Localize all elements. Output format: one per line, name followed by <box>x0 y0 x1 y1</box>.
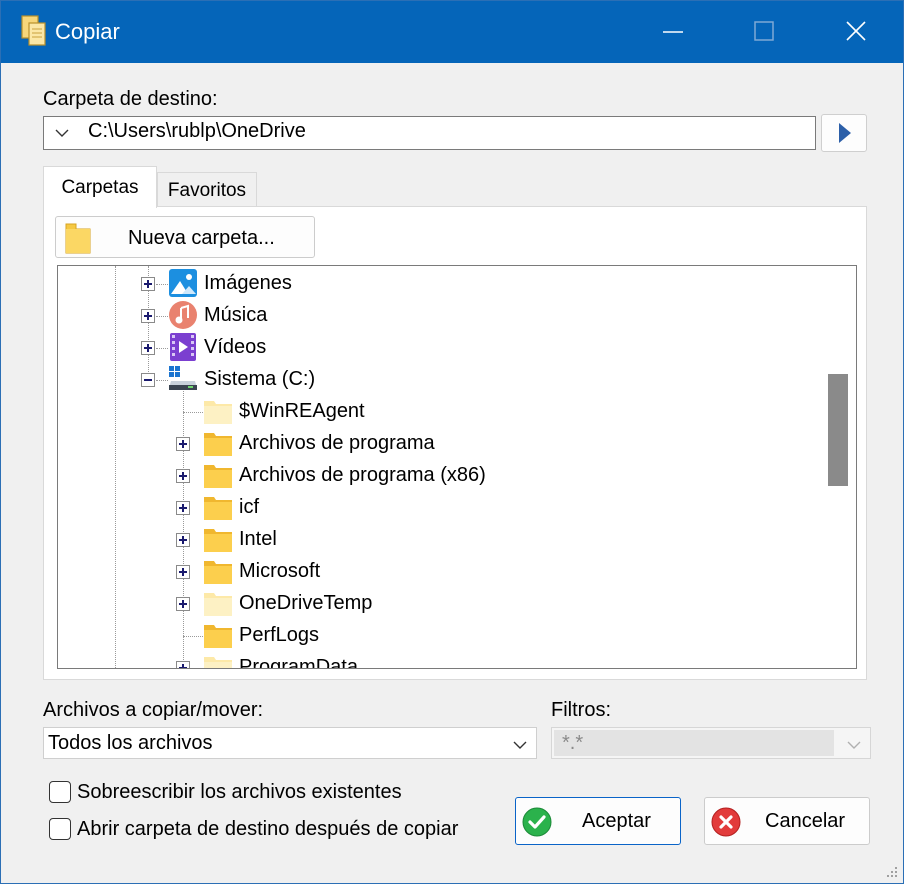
tree-node-label: Archivos de programa (x86) <box>239 464 486 486</box>
tree-node-label: Microsoft <box>239 560 321 582</box>
window-title: Copiar <box>55 19 120 44</box>
chevron-down-icon <box>55 129 69 137</box>
music-icon <box>169 301 197 329</box>
folder-light-icon <box>204 593 232 616</box>
folder-icon <box>204 529 232 552</box>
tree-node-onedrivetemp[interactable]: OneDriveTemp <box>58 588 818 620</box>
filters-value: *.* <box>562 732 584 754</box>
ok-label: Aceptar <box>582 810 651 832</box>
expand-icon[interactable] <box>176 533 190 547</box>
tree-node-label: Música <box>204 304 268 326</box>
new-folder-label: Nueva carpeta... <box>128 227 275 249</box>
expand-icon[interactable] <box>141 341 155 355</box>
open-destination-checkbox[interactable] <box>49 818 71 840</box>
cancel-label: Cancelar <box>765 810 846 832</box>
expand-icon[interactable] <box>176 437 190 451</box>
folder-icon <box>204 465 232 488</box>
folder-icon <box>204 433 232 456</box>
tree-node-label: Sistema (C:) <box>204 368 316 390</box>
filters-label: Filtros: <box>551 699 611 721</box>
tree-node-programdata[interactable]: ProgramData <box>58 652 818 669</box>
folder-light-icon <box>204 657 232 668</box>
destination-path-combo[interactable]: C:\Users\rublp\OneDrive <box>43 116 816 150</box>
title-bar[interactable]: Copiar <box>1 1 903 63</box>
destination-path-value: C:\Users\rublp\OneDrive <box>88 120 306 142</box>
tree-node-musica[interactable]: Música <box>58 300 818 332</box>
filters-value-box: *.* <box>554 730 834 756</box>
tree-node-winreagent[interactable]: $WinREAgent <box>58 396 818 428</box>
close-icon <box>846 21 866 41</box>
tree-node-perflogs[interactable]: PerfLogs <box>58 620 818 652</box>
tree-node-label: Archivos de programa <box>239 432 435 454</box>
expand-icon[interactable] <box>141 277 155 291</box>
tree-node-label: ProgramData <box>239 656 358 669</box>
overwrite-label[interactable]: Sobreescribir los archivos existentes <box>77 781 402 804</box>
folder-icon <box>204 561 232 584</box>
go-button[interactable] <box>821 114 867 152</box>
tree-node-imagenes[interactable]: Imágenes <box>58 268 818 300</box>
destination-label: Carpeta de destino: <box>43 88 218 110</box>
pictures-icon <box>169 269 197 297</box>
expand-icon[interactable] <box>176 597 190 611</box>
copy-icon <box>21 15 46 46</box>
resize-grip-icon[interactable] <box>881 861 901 881</box>
collapse-icon[interactable] <box>141 373 155 387</box>
chevron-down-icon <box>847 741 861 749</box>
folder-icon <box>204 625 232 648</box>
maximize-icon <box>754 21 774 41</box>
tree-scrollbar-thumb[interactable] <box>828 374 848 486</box>
cancel-icon <box>711 807 741 837</box>
drive-icon <box>169 366 197 390</box>
folder-icon <box>204 497 232 520</box>
files-to-copy-label: Archivos a copiar/mover: <box>43 699 264 721</box>
files-to-copy-select[interactable]: Todos los archivos <box>43 727 537 759</box>
tree-node-label: Imágenes <box>204 272 292 294</box>
copy-dialog: Copiar Carpeta de destino: C:\Users\rubl… <box>0 0 904 884</box>
tree-node-sistema-c[interactable]: Sistema (C:) <box>58 364 818 396</box>
tree-node-videos[interactable]: Vídeos <box>58 332 818 364</box>
folder-icon <box>65 223 91 254</box>
expand-icon[interactable] <box>176 469 190 483</box>
tab-favoritos[interactable]: Favoritos <box>157 172 257 208</box>
expand-icon[interactable] <box>141 309 155 323</box>
chevron-down-icon <box>513 741 527 749</box>
expand-icon[interactable] <box>176 501 190 515</box>
tree-node-label: PerfLogs <box>239 624 320 646</box>
expand-icon[interactable] <box>176 565 190 579</box>
cancel-button[interactable]: Cancelar <box>704 797 870 845</box>
expand-icon[interactable] <box>176 661 190 668</box>
folder-light-icon <box>204 401 232 424</box>
tree-node-microsoft[interactable]: Microsoft <box>58 556 818 588</box>
overwrite-checkbox[interactable] <box>49 781 71 803</box>
close-button[interactable] <box>809 1 899 63</box>
filters-combo[interactable]: *.* <box>551 727 871 759</box>
maximize-button[interactable] <box>719 1 809 63</box>
tree-node-label: icf <box>239 496 259 518</box>
minimize-button[interactable] <box>629 1 719 63</box>
tree-node-archivos-de-programa[interactable]: Archivos de programa <box>58 428 818 460</box>
tree-node-label: Vídeos <box>204 336 267 358</box>
new-folder-button[interactable]: Nueva carpeta... <box>55 216 315 258</box>
minimize-icon <box>663 31 683 33</box>
tree-node-label: Intel <box>239 528 277 550</box>
folder-tree[interactable]: Imágenes Música Vídeos Sistema (C:) $Win… <box>57 265 857 669</box>
tree-node-archivos-de-programa-x86[interactable]: Archivos de programa (x86) <box>58 460 818 492</box>
videos-icon <box>170 333 196 361</box>
open-destination-label[interactable]: Abrir carpeta de destino después de copi… <box>77 818 458 841</box>
tree-node-label: OneDriveTemp <box>239 592 373 614</box>
tree-node-icf[interactable]: icf <box>58 492 818 524</box>
tree-node-label: $WinREAgent <box>239 400 365 422</box>
tab-carpetas[interactable]: Carpetas <box>43 166 157 208</box>
files-to-copy-value: Todos los archivos <box>48 732 213 754</box>
tree-node-intel[interactable]: Intel <box>58 524 818 556</box>
check-icon <box>522 807 552 837</box>
ok-button[interactable]: Aceptar <box>515 797 681 845</box>
play-arrow-icon <box>839 123 851 143</box>
